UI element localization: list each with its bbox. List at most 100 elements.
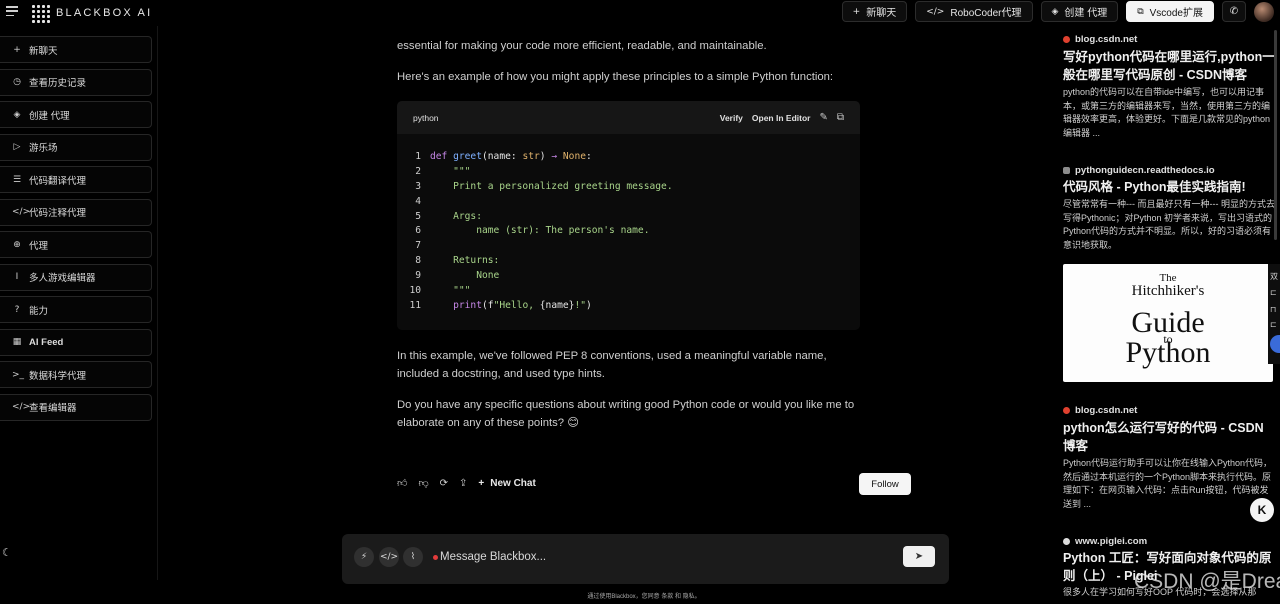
source-desc-3: Python代码运行助手可以让你在线输入Python代码，然后通过本机运行的一个… xyxy=(1063,458,1273,509)
sidebar-item-label: 游乐场 xyxy=(29,143,58,154)
clock-icon: ◷ xyxy=(13,77,21,87)
floating-assistant-button[interactable]: K xyxy=(1250,498,1274,522)
follow-button[interactable]: Follow xyxy=(859,473,911,495)
brand-logo[interactable]: BLACKBOX AI xyxy=(30,3,152,23)
phone-icon: ✆ xyxy=(1229,6,1239,17)
edit-pencil-icon[interactable]: ✎ xyxy=(819,112,827,123)
code-text: def greet(name: str) → None: xyxy=(430,151,592,162)
code-line: 3 Print a personalized greeting message. xyxy=(397,181,860,196)
sidebar-item-label: 多人游戏编辑器 xyxy=(29,273,96,284)
answer-paragraph-question: Do you have any specific questions about… xyxy=(397,399,855,429)
code-line: 9 None xyxy=(397,270,860,285)
sidebar-item-5[interactable]: </> 代码注释代理 xyxy=(0,198,152,226)
code-text: None xyxy=(430,270,500,282)
code-icon: </> xyxy=(12,207,31,217)
edge-pin-icon[interactable]: ⊏ xyxy=(1270,320,1277,329)
code-line: 10 """ xyxy=(397,285,860,300)
top-bar: BLACKBOX AI + 新聊天 </> RoboCoder代理 ◈ 创建 代理 ⧉ Vsc… xyxy=(0,0,1280,26)
code-line: 2 """ xyxy=(397,166,860,181)
sidebar-item-10[interactable]: >_ 数据科学代理 xyxy=(0,361,152,388)
sidebar-item-3[interactable]: ▷ 游乐场 xyxy=(0,133,152,161)
source-domain-3[interactable]: blog.csdn.net xyxy=(1063,405,1137,416)
menu-icon[interactable] xyxy=(6,6,18,16)
terminal-icon: >_ xyxy=(12,369,25,380)
sidebar-item-2[interactable]: ◈ 创建 代理 xyxy=(0,101,152,128)
top-action-button-0[interactable]: + 新聊天 xyxy=(841,1,908,22)
sidebar-item-0[interactable]: + 新聊天 xyxy=(0,36,152,63)
globe-icon: ⊕ xyxy=(13,239,21,250)
code-icon: </> xyxy=(926,6,945,17)
question-icon: ? xyxy=(14,304,20,315)
layers-icon: ◈ xyxy=(13,109,21,120)
attach-paperclip-icon[interactable]: ⌇ xyxy=(403,547,423,567)
plus-icon: + xyxy=(13,44,21,55)
edge-book-icon[interactable]: ⊓ xyxy=(1270,305,1276,314)
source-domain-4[interactable]: www.piglei.com xyxy=(1063,536,1147,547)
share-icon[interactable]: ⇪ xyxy=(459,478,467,489)
play-icon: ▷ xyxy=(13,142,21,152)
code-language: python xyxy=(413,112,439,123)
code-block-header: python Verify Open In Editor ✎ ⧉ xyxy=(397,101,860,134)
user-avatar[interactable] xyxy=(1254,1,1274,22)
source-title-1[interactable]: 写好python代码在哪里运行,python一般在哪里写代码原创 - CSDN博… xyxy=(1063,48,1275,84)
watermark: CSDN @是Dream呀 xyxy=(1134,570,1280,593)
sidebar-item-8[interactable]: ? 能力 xyxy=(0,296,152,323)
line-number: 10 xyxy=(409,285,421,297)
sidebar-item-label: 创建 代理 xyxy=(29,110,70,122)
source-title-2[interactable]: 代码风格 - Python最佳实践指南! xyxy=(1063,178,1275,196)
sidebar-item-6[interactable]: ⊕ 代理 xyxy=(0,231,152,258)
source-domain-1[interactable]: blog.csdn.net xyxy=(1063,34,1137,45)
answer-paragraph-intro: essential for making your code more effi… xyxy=(397,40,767,52)
top-action-button-3[interactable]: ⧉ Vscode扩展 xyxy=(1126,1,1214,22)
top-action-button-1[interactable]: </> RoboCoder代理 xyxy=(915,1,1033,22)
sidebar: + 新聊天 ◷ 查看历史记录 ◈ 创建 代理 ▷ 游乐场 ☰ 代码翻译代理 </> 代码注释代理 ⊕ 代理… xyxy=(0,36,152,426)
edge-bookmark-icon[interactable]: ⊏ xyxy=(1270,288,1277,297)
sidebar-item-7[interactable]: I 多人游戏编辑器 xyxy=(0,263,152,291)
message-actions: 👍︎ 👎︎ ⟳ ⇪ + New Chat xyxy=(397,477,536,490)
verify-button[interactable]: Verify xyxy=(720,113,743,123)
sidebar-item-9[interactable]: ▦ AI Feed xyxy=(0,328,152,356)
dark-mode-toggle-icon[interactable]: ☾ xyxy=(2,546,12,559)
code-icon[interactable]: </> xyxy=(379,547,399,567)
thumbs-down-icon[interactable]: 👎︎ xyxy=(418,477,428,489)
readthedocs-favicon-icon xyxy=(1063,167,1070,174)
sidebar-item-label: 查看历史记录 xyxy=(29,78,87,89)
csdn-favicon-icon xyxy=(1063,36,1070,43)
sidebar-item-4[interactable]: ☰ 代码翻译代理 xyxy=(0,166,152,193)
open-in-editor-button[interactable]: Open In Editor xyxy=(752,113,811,123)
source-desc-2: 尽管常常有一种--- 而且最好只有一种--- 明显的方式去写得Pythonic；… xyxy=(1063,199,1275,250)
line-number: 9 xyxy=(415,270,421,282)
code-text: """ xyxy=(430,165,471,177)
top-action-label: 创建 代理 xyxy=(1064,8,1108,19)
phone-button[interactable]: ✆ xyxy=(1222,1,1246,22)
lightning-icon[interactable]: ⚡︎ xyxy=(354,547,374,567)
new-chat-button[interactable]: + New Chat xyxy=(478,478,535,489)
line-number: 7 xyxy=(415,240,421,252)
vscode-icon: ⧉ xyxy=(1137,6,1144,17)
send-button[interactable]: ➤ xyxy=(903,546,935,567)
piglei-favicon-icon xyxy=(1063,538,1070,545)
source-domain-2[interactable]: pythonguidecn.readthedocs.io xyxy=(1063,165,1215,176)
sidebar-item-label: 查看编辑器 xyxy=(29,403,77,414)
copy-icon[interactable]: ⧉ xyxy=(837,112,844,123)
sources-scrollbar[interactable] xyxy=(1274,30,1277,240)
sidebar-item-label: 能力 xyxy=(29,305,49,317)
code-block: python Verify Open In Editor ✎ ⧉ 1 def gr… xyxy=(397,101,860,330)
thumbs-up-icon[interactable]: 👍︎ xyxy=(397,477,407,489)
sidebar-item-label: AI Feed xyxy=(29,336,64,348)
brand-name: BLACKBOX AI xyxy=(56,7,153,19)
source-desc-1: python的代码可以在自带ide中编写，也可以用记事本，或第三方的编辑器来写，… xyxy=(1063,87,1271,138)
source-title-3[interactable]: python怎么运行写好的代码 - CSDN博客 xyxy=(1063,419,1275,455)
message-input[interactable]: Message Blackbox... xyxy=(440,551,546,563)
list-icon: ☰ xyxy=(12,174,22,185)
top-action-button-2[interactable]: ◈ 创建 代理 xyxy=(1040,1,1119,22)
sidebar-item-label: 新聊天 xyxy=(29,45,58,57)
edge-translate-label[interactable]: 双 xyxy=(1270,271,1278,282)
code-line: 6 name (str): The person's name. xyxy=(397,225,860,240)
book-cover-image[interactable]: The Hitchhiker's Guide to Python xyxy=(1063,264,1273,382)
sidebar-item-1[interactable]: ◷ 查看历史记录 xyxy=(0,68,152,96)
line-number: 5 xyxy=(415,210,421,222)
sidebar-item-11[interactable]: </> 查看编辑器 xyxy=(0,393,152,421)
regenerate-icon[interactable]: ⟳ xyxy=(440,478,448,489)
code-line: 4 xyxy=(397,196,860,211)
